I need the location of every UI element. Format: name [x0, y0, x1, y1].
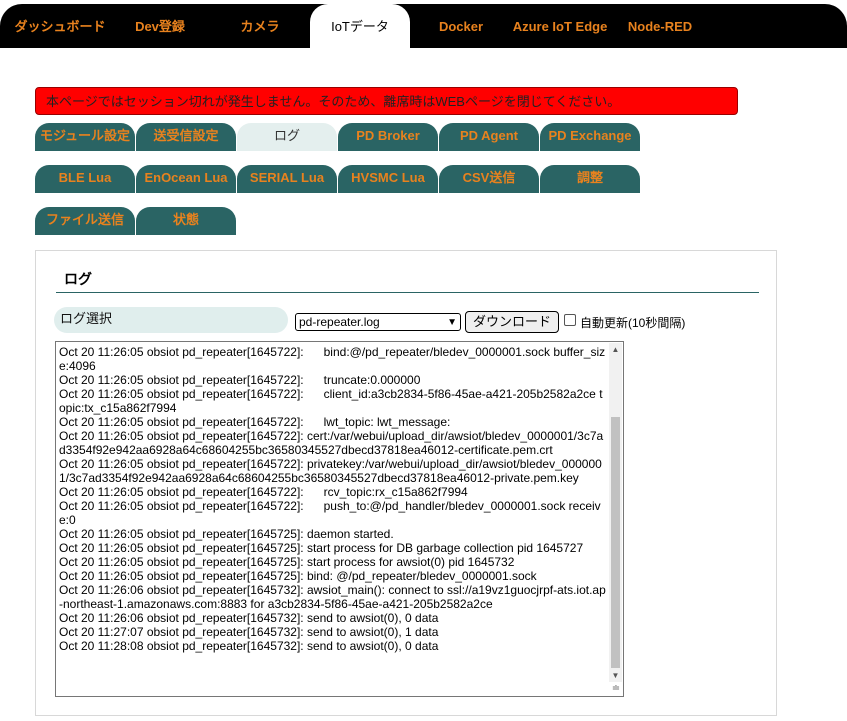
nav-tab-azure-iot-edge[interactable]: Azure IoT Edge [510, 4, 610, 48]
panel-title: ログ [64, 271, 92, 287]
subtab-send-receive-settings[interactable]: 送受信設定 [136, 123, 236, 151]
nav-tab-camera[interactable]: カメラ [220, 4, 300, 48]
subtab-ble-lua[interactable]: BLE Lua [35, 165, 135, 193]
log-file-select[interactable]: pd-repeater.log ▼ [295, 313, 461, 331]
subtab-status[interactable]: 状態 [136, 207, 236, 235]
subtab-hvsmc-lua[interactable]: HVSMC Lua [338, 165, 438, 193]
scrollbar-track[interactable] [609, 356, 622, 682]
nav-tab-dashboard[interactable]: ダッシュボード [6, 4, 114, 48]
log-select-label: ログ選択 [54, 307, 288, 333]
scroll-down-arrow-icon[interactable]: ▼ [609, 669, 622, 682]
download-button[interactable]: ダウンロード [465, 311, 559, 333]
auto-update-label: 自動更新(10秒間隔) [580, 316, 686, 330]
subtab-csv-send[interactable]: CSV送信 [439, 165, 539, 193]
subtab-module-settings[interactable]: モジュール設定 [35, 123, 135, 151]
title-divider [56, 292, 759, 293]
subtab-adjust[interactable]: 調整 [540, 165, 640, 193]
scrollbar-thumb[interactable] [611, 417, 620, 668]
top-navigation: ダッシュボード Dev登録 カメラ IoTデータ Docker Azure Io… [0, 4, 847, 48]
log-textarea[interactable]: Oct 20 11:26:05 obsiot pd_repeater[16457… [55, 341, 624, 697]
log-content: Oct 20 11:26:05 obsiot pd_repeater[16457… [59, 345, 606, 653]
log-file-select-value: pd-repeater.log [299, 315, 380, 329]
subtab-enocean-lua[interactable]: EnOcean Lua [136, 165, 236, 193]
subtab-pd-agent[interactable]: PD Agent [439, 123, 539, 151]
subtab-pd-exchange[interactable]: PD Exchange [540, 123, 640, 151]
scroll-up-arrow-icon[interactable]: ▲ [609, 343, 622, 356]
session-warning-banner: 本ページではセッション切れが発生しません。そのため、離席時はWEBページを閉じて… [35, 87, 738, 115]
log-panel: ログ ログ選択 pd-repeater.log ▼ ダウンロード 自動更新(10… [35, 250, 777, 716]
nav-tab-iot-data[interactable]: IoTデータ [310, 4, 410, 48]
auto-update-checkbox[interactable] [564, 314, 576, 326]
subtab-log[interactable]: ログ [237, 123, 337, 151]
nav-tab-dev-register[interactable]: Dev登録 [124, 4, 196, 48]
subtab-pd-broker[interactable]: PD Broker [338, 123, 438, 151]
nav-tab-docker[interactable]: Docker [428, 4, 494, 48]
subtab-serial-lua[interactable]: SERIAL Lua [237, 165, 337, 193]
subtab-file-send[interactable]: ファイル送信 [35, 207, 135, 235]
nav-tab-node-red[interactable]: Node-RED [622, 4, 698, 48]
resize-handle-icon[interactable]: ≐ [610, 683, 622, 695]
chevron-down-icon: ▼ [447, 317, 457, 328]
